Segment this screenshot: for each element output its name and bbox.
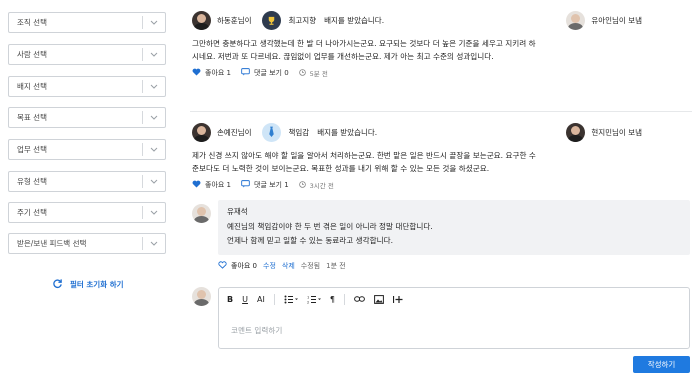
link-icon[interactable]	[354, 292, 365, 306]
comment-actions: 좋아요 0 수정 삭제 수정됨 1분 전	[218, 261, 346, 271]
recipient-name[interactable]: 현지민님이 보냄	[591, 127, 642, 138]
reset-filters-label: 필터 초기화 하기	[70, 280, 124, 289]
received-text: 배지를 받았습니다.	[317, 127, 378, 137]
sender-name[interactable]: 손예진님이	[217, 127, 252, 138]
chevron-down-icon	[143, 140, 165, 159]
comment-like-button[interactable]: 좋아요 0	[218, 261, 257, 271]
trophy-icon	[261, 10, 281, 30]
avatar[interactable]	[566, 10, 586, 30]
like-count: 좋아요 1	[205, 69, 231, 77]
comment-text-line: 언제나 함께 믿고 일할 수 있는 동료라고 생각합니다.	[227, 236, 394, 245]
post-body-line: 그만하면 충분하다고 생각했는데 한 발 더 나아가시는군요. 요구되는 것보다…	[192, 39, 536, 48]
post-header: 하동훈님이 최고지향 배지를 받았습니다. 유아인님이 보냄	[192, 10, 692, 30]
comment-item: 유재석 예진님의 책임감이야 한 두 번 겪은 일이 아니라 정말 대단합니다.…	[218, 200, 690, 255]
heading-button[interactable]: ¶	[330, 292, 335, 306]
badge-select-label: 배지 선택	[17, 82, 47, 91]
comment-author[interactable]: 유재석	[227, 206, 681, 217]
comment-count: 댓글 보기 0	[254, 69, 289, 77]
comment-like-count: 좋아요 0	[231, 262, 257, 270]
view-comments-button[interactable]: 댓글 보기 0	[241, 68, 289, 78]
comment-count: 댓글 보기 1	[254, 181, 289, 189]
post-time-text: 5분 전	[309, 70, 328, 78]
underline-button[interactable]: U	[242, 292, 248, 306]
post-divider	[190, 111, 692, 112]
post-header: 손예진님이 책임감 배지를 받았습니다. 현지민님이 보냄	[192, 122, 692, 142]
goal-select[interactable]: 목표 선택	[8, 107, 166, 128]
post-actions: 좋아요 1 댓글 보기 1 3시간 전	[192, 179, 334, 191]
badge-name: 책임감	[288, 127, 310, 137]
avatar[interactable]	[566, 122, 586, 142]
comment-delete-link[interactable]: 삭제	[282, 261, 295, 271]
post-body: 그만하면 충분하다고 생각했는데 한 발 더 나아가시는군요. 요구되는 것보다…	[192, 37, 690, 63]
heart-outline-icon	[218, 261, 227, 271]
bold-button[interactable]: B	[227, 292, 233, 306]
avatar[interactable]	[192, 10, 211, 30]
view-comments-button[interactable]: 댓글 보기 1	[241, 180, 289, 190]
chevron-down-icon	[143, 234, 165, 253]
insert-icon[interactable]	[392, 292, 403, 306]
reset-filters-button[interactable]: 필터 초기화 하기	[52, 278, 124, 291]
bullet-list-icon[interactable]	[284, 292, 298, 306]
type-select[interactable]: 유형 선택	[8, 171, 166, 192]
goal-select-label: 목표 선택	[17, 113, 47, 122]
feedback-direction-select-label: 받은/보낸 피드백 선택	[17, 239, 87, 248]
like-button[interactable]: 좋아요 1	[192, 180, 231, 190]
badge-select[interactable]: 배지 선택	[8, 76, 166, 97]
comment-icon	[241, 68, 250, 78]
font-size-button[interactable]: AI	[257, 292, 265, 306]
post-body-line: 준보다도 더 노력한 것이 보이는군요. 목표한 성과를 내기 위해 할 수 있…	[192, 164, 490, 173]
heart-icon	[192, 180, 201, 190]
chevron-down-icon	[143, 45, 165, 64]
org-select-label: 조직 선택	[17, 18, 47, 27]
post-body: 제가 신경 쓰지 않아도 해야 할 일을 알아서 처리하는군요. 한번 맡은 일…	[192, 149, 690, 175]
post-time: 5분 전	[298, 68, 328, 78]
comment-input-placeholder[interactable]: 코멘트 입력하기	[231, 325, 282, 336]
sender-name[interactable]: 하동훈님이	[217, 15, 252, 26]
svg-text:1: 1	[307, 295, 309, 299]
heart-icon	[192, 68, 201, 78]
cycle-select[interactable]: 주기 선택	[8, 202, 166, 223]
comment-edited-label: 수정됨	[300, 262, 321, 270]
task-select[interactable]: 업무 선택	[8, 139, 166, 160]
recipient-name[interactable]: 유아인님이 보냄	[591, 15, 642, 26]
post-time: 3시간 전	[298, 180, 334, 190]
comment-time: 1분 전	[326, 262, 346, 270]
feedback-direction-select[interactable]: 받은/보낸 피드백 선택	[8, 233, 166, 254]
like-count: 좋아요 1	[205, 181, 231, 189]
svg-text:2: 2	[307, 300, 309, 304]
chevron-down-icon	[143, 77, 165, 96]
chevron-down-icon	[143, 108, 165, 127]
type-select-label: 유형 선택	[17, 177, 47, 186]
numbered-list-icon[interactable]: 12	[307, 292, 321, 306]
editor-toolbar: B U AI 12 ¶	[219, 288, 689, 310]
post-actions: 좋아요 1 댓글 보기 0 5분 전	[192, 67, 328, 79]
comment-text-line: 예진님의 책임감이야 한 두 번 겪은 일이 아니라 정말 대단합니다.	[227, 222, 433, 231]
cycle-select-label: 주기 선택	[17, 208, 47, 217]
post-body-line: 제가 신경 쓰지 않아도 해야 할 일을 알아서 처리하는군요. 한번 맡은 일…	[192, 151, 536, 160]
like-button[interactable]: 좋아요 1	[192, 68, 231, 78]
refresh-icon	[52, 278, 63, 291]
person-select-label: 사람 선택	[17, 50, 47, 59]
task-select-label: 업무 선택	[17, 145, 47, 154]
chevron-down-icon	[143, 13, 165, 32]
person-select[interactable]: 사람 선택	[8, 44, 166, 65]
avatar[interactable]	[192, 122, 211, 142]
comment-edit-link[interactable]: 수정	[263, 261, 276, 271]
clock-icon	[298, 180, 306, 190]
badge-name: 최고지향	[288, 15, 317, 25]
chevron-down-icon	[143, 203, 165, 222]
comment-editor[interactable]: B U AI 12 ¶ 코멘트 입력하기	[218, 287, 690, 349]
clock-icon	[298, 68, 306, 78]
received-text: 배지를 받았습니다.	[324, 15, 385, 25]
current-user-avatar	[192, 287, 211, 306]
post-body-line: 시네요. 저번과 또 다르네요. 끊임없이 업무를 개선하는군요. 제가 아는 …	[192, 52, 494, 61]
org-select[interactable]: 조직 선택	[8, 12, 166, 33]
image-icon[interactable]	[374, 292, 384, 306]
submit-comment-button[interactable]: 작성하기	[633, 356, 690, 373]
comment-author-avatar[interactable]	[192, 204, 211, 223]
post-time-text: 3시간 전	[309, 182, 334, 190]
tie-icon	[261, 122, 281, 142]
chevron-down-icon	[143, 172, 165, 191]
comment-icon	[241, 180, 250, 190]
